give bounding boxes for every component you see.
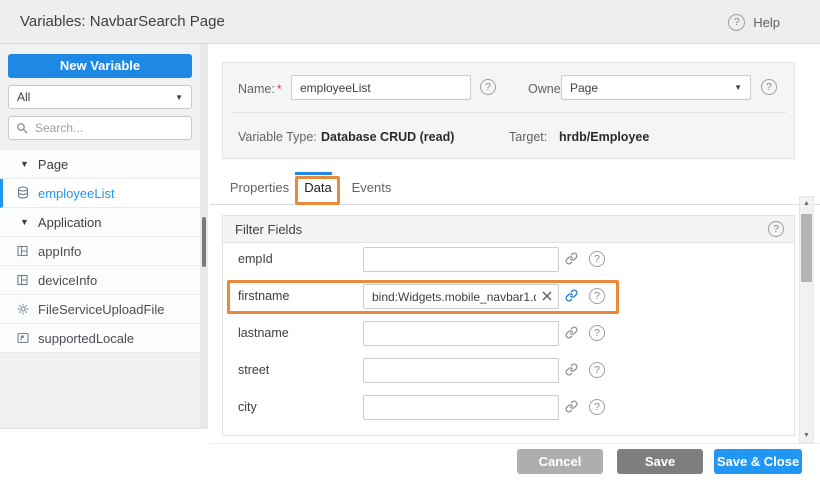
target-label: Target: bbox=[509, 125, 547, 150]
field-help-icon[interactable]: ? bbox=[589, 362, 605, 378]
dialog-header: Variables: NavbarSearch Page ? Help bbox=[0, 0, 820, 44]
bind-link-icon[interactable] bbox=[565, 252, 578, 265]
scroll-down-arrow[interactable]: ▼ bbox=[800, 429, 813, 442]
variable-search bbox=[8, 116, 192, 140]
content-scrollbar-thumb[interactable] bbox=[801, 214, 812, 282]
field-help-icon[interactable]: ? bbox=[589, 251, 605, 267]
sidebar-item-appinfo[interactable]: appInfo bbox=[0, 237, 200, 266]
owner-help-icon[interactable]: ? bbox=[761, 79, 777, 95]
filter-row-firstname: firstname ? bbox=[223, 284, 794, 309]
required-asterisk: * bbox=[277, 82, 282, 96]
tab-properties[interactable]: Properties bbox=[226, 172, 293, 204]
sidebar-scrollbar-thumb[interactable] bbox=[202, 217, 206, 267]
field-label: street bbox=[238, 358, 269, 383]
group-label: Application bbox=[38, 215, 102, 230]
variable-detail-panel: Name:* ? Owner:* Page ▼ ? Variable Type:… bbox=[210, 44, 820, 444]
bind-link-icon[interactable] bbox=[565, 289, 578, 302]
chevron-down-icon: ▼ bbox=[734, 83, 742, 92]
caret-down-icon: ▼ bbox=[20, 217, 29, 227]
dialog-title: Variables: NavbarSearch Page bbox=[20, 0, 225, 44]
variable-label: appInfo bbox=[38, 244, 81, 259]
chevron-down-icon: ▼ bbox=[175, 93, 183, 102]
sidebar-group-application[interactable]: ▼ Application bbox=[0, 208, 200, 237]
filter-fields-help-icon[interactable]: ? bbox=[768, 221, 784, 237]
city-input[interactable] bbox=[363, 395, 559, 420]
target-value: hrdb/Employee bbox=[559, 125, 649, 150]
name-input[interactable] bbox=[291, 75, 471, 100]
filter-fields-section: Filter Fields ? empId ? firstname bbox=[222, 215, 795, 436]
firstname-input[interactable] bbox=[363, 284, 559, 309]
help-button[interactable]: ? Help bbox=[728, 0, 780, 44]
field-label: lastname bbox=[238, 321, 289, 346]
filter-row-street: street ? bbox=[223, 358, 794, 383]
sidebar-item-deviceinfo[interactable]: deviceInfo bbox=[0, 266, 200, 295]
cancel-button[interactable]: Cancel bbox=[517, 449, 603, 474]
model-variable-icon bbox=[16, 274, 29, 286]
variables-sidebar: New Variable All ▼ ▼ Page employeeList ▼… bbox=[0, 44, 200, 429]
field-help-icon[interactable]: ? bbox=[589, 288, 605, 304]
help-icon: ? bbox=[728, 14, 745, 31]
content-scrollbar[interactable]: ▲ ▼ bbox=[799, 196, 814, 443]
save-button[interactable]: Save bbox=[617, 449, 703, 474]
filter-row-empid: empId ? bbox=[223, 247, 794, 272]
field-label: empId bbox=[238, 247, 273, 272]
scroll-up-arrow[interactable]: ▲ bbox=[800, 197, 813, 210]
variable-label: deviceInfo bbox=[38, 273, 97, 288]
filter-fields-title: Filter Fields bbox=[235, 222, 302, 237]
save-and-close-button[interactable]: Save & Close bbox=[714, 449, 802, 474]
lastname-input[interactable] bbox=[363, 321, 559, 346]
bind-link-icon[interactable] bbox=[565, 363, 578, 376]
filter-fields-header: Filter Fields ? bbox=[223, 216, 794, 243]
bind-link-icon[interactable] bbox=[565, 326, 578, 339]
sidebar-group-page[interactable]: ▼ Page bbox=[0, 150, 200, 179]
name-label: Name:* bbox=[238, 76, 282, 101]
locale-variable-icon bbox=[16, 332, 29, 344]
search-icon bbox=[16, 122, 28, 134]
owner-value: Page bbox=[570, 81, 598, 95]
field-label: firstname bbox=[238, 284, 289, 309]
search-input[interactable] bbox=[33, 120, 192, 136]
dialog-footer: Cancel Save Save & Close bbox=[0, 444, 820, 490]
variable-type-value: Database CRUD (read) bbox=[321, 125, 454, 150]
sidebar-scrollbar[interactable] bbox=[200, 44, 208, 429]
field-label: city bbox=[238, 395, 257, 420]
database-variable-icon bbox=[16, 186, 29, 200]
detail-tabs: Properties Data Events bbox=[210, 172, 820, 205]
field-help-icon[interactable]: ? bbox=[589, 399, 605, 415]
sidebar-item-fileserviceuploadfile[interactable]: FileServiceUploadFile bbox=[0, 295, 200, 324]
owner-select[interactable]: Page ▼ bbox=[561, 75, 751, 100]
summary-divider bbox=[231, 112, 786, 113]
service-variable-icon bbox=[16, 303, 29, 315]
group-label: Page bbox=[38, 157, 68, 172]
clear-binding-icon[interactable] bbox=[540, 289, 554, 303]
empid-input[interactable] bbox=[363, 247, 559, 272]
filter-row-city: city ? bbox=[223, 395, 794, 420]
field-help-icon[interactable]: ? bbox=[589, 325, 605, 341]
street-input[interactable] bbox=[363, 358, 559, 383]
bind-link-icon[interactable] bbox=[565, 400, 578, 413]
tab-events[interactable]: Events bbox=[343, 172, 400, 204]
name-help-icon[interactable]: ? bbox=[480, 79, 496, 95]
variable-label: supportedLocale bbox=[38, 331, 134, 346]
variable-filter-value: All bbox=[17, 90, 30, 104]
sidebar-item-supportedlocale[interactable]: supportedLocale bbox=[0, 324, 200, 353]
help-label: Help bbox=[753, 15, 780, 30]
filter-row-lastname: lastname ? bbox=[223, 321, 794, 346]
new-variable-button[interactable]: New Variable bbox=[8, 54, 192, 78]
sidebar-item-employeelist[interactable]: employeeList bbox=[0, 179, 200, 208]
tab-data[interactable]: Data bbox=[293, 172, 343, 204]
variable-filter-select[interactable]: All ▼ bbox=[8, 85, 192, 109]
active-tab-indicator bbox=[295, 172, 332, 175]
variables-dialog: Variables: NavbarSearch Page ? Help New … bbox=[0, 0, 820, 490]
caret-down-icon: ▼ bbox=[20, 159, 29, 169]
variable-type-label: Variable Type: bbox=[238, 125, 317, 150]
variable-label: employeeList bbox=[38, 186, 115, 201]
model-variable-icon bbox=[16, 245, 29, 257]
variable-summary-box: Name:* ? Owner:* Page ▼ ? Variable Type:… bbox=[222, 62, 795, 159]
variable-label: FileServiceUploadFile bbox=[38, 302, 164, 317]
